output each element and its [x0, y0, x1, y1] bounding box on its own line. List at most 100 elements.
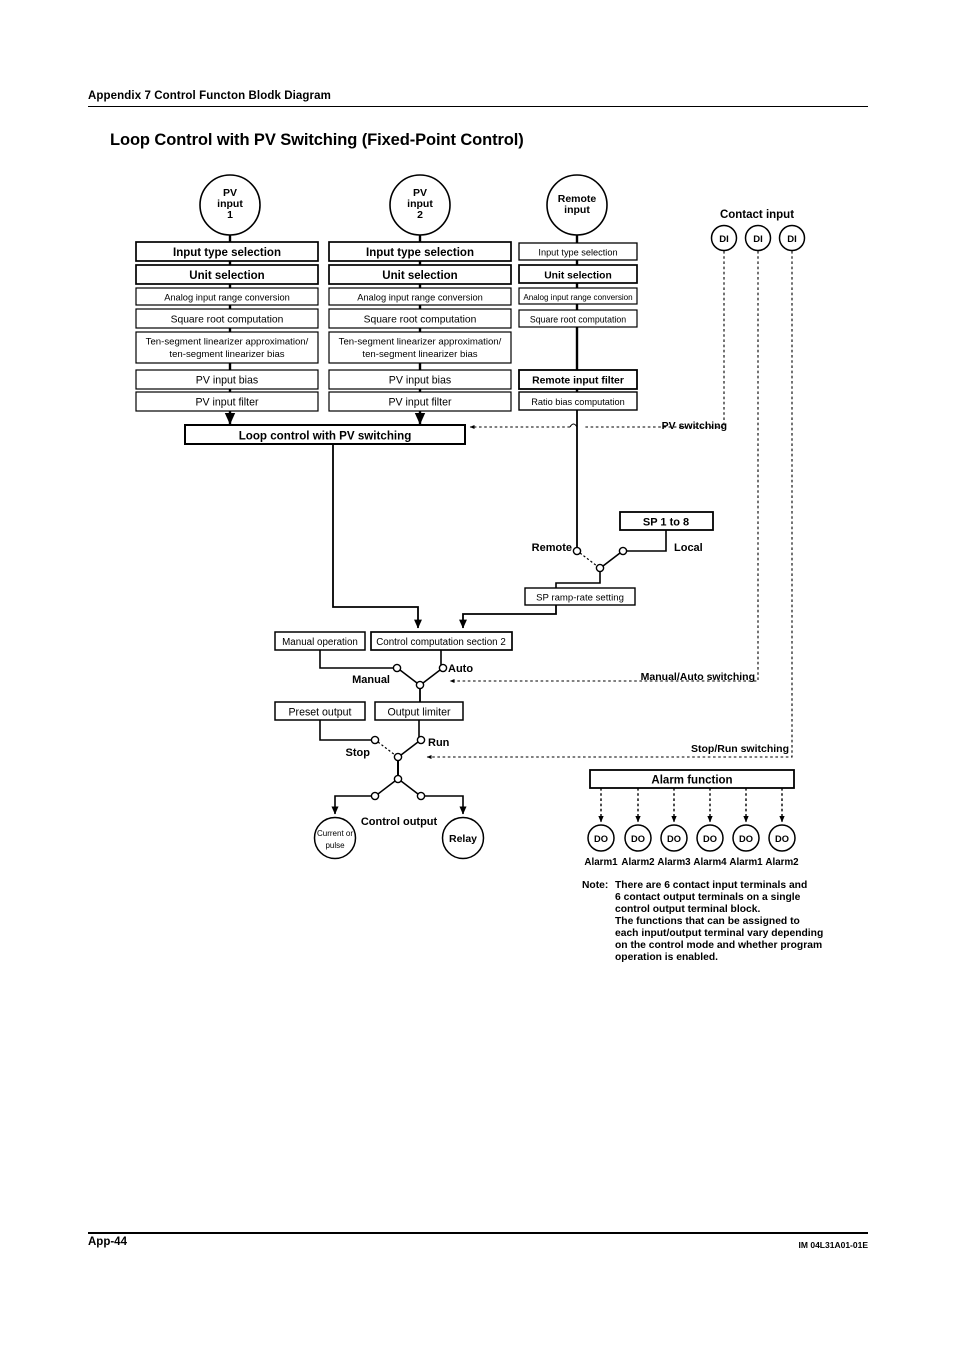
note-line-2: 6 contact output terminals on a single — [615, 892, 801, 903]
block-label: Control computation section 2 — [376, 637, 506, 648]
output-terminal-current-pulse[interactable] — [313, 816, 357, 860]
block-label: Square root computation — [364, 315, 477, 326]
block-label: Ten-segment linearizer approximation/ — [146, 337, 309, 348]
output-to-relay — [424, 795, 467, 815]
note-block: Note: There are 6 contact input terminal… — [582, 880, 823, 963]
block-label: SP ramp-rate setting — [536, 593, 624, 604]
block-label: Input type selection — [366, 247, 474, 259]
stop-run-blade-run — [400, 741, 419, 756]
source-remote-line2: input — [564, 204, 590, 216]
block-label-line2: ten-segment linearizer bias — [169, 349, 284, 360]
manual-auto-switch-auto-contact[interactable] — [438, 663, 448, 673]
source-pv-input-2: PV input 2 — [389, 174, 451, 236]
preset-output-to-stop-contact — [319, 720, 372, 741]
manual-operation-to-manual-contact — [319, 650, 394, 669]
block-label: PV input bias — [389, 375, 451, 387]
block-label: Loop control with PV switching — [239, 430, 412, 443]
footer-page-number: App-44 — [88, 1236, 127, 1248]
sp-1-to-8-to-local-contact — [627, 530, 667, 552]
note-line-7: operation is enabled. — [615, 952, 718, 963]
page: Appendix 7 Control Functon Blodk Diagram… — [0, 0, 954, 1351]
sp-switch-blade-remote — [579, 552, 598, 567]
sp-switch-local-contact[interactable] — [618, 546, 628, 556]
pv-switching-label: PV switching — [662, 420, 727, 432]
stop-run-switch-stop-contact[interactable] — [370, 735, 380, 745]
sp-switch-remote-contact[interactable] — [572, 546, 582, 556]
di-terminal-label: DI — [753, 234, 763, 245]
manual-auto-switch-pivot[interactable] — [415, 680, 425, 690]
output-terminal-label: Relay — [449, 833, 477, 845]
block-label: Input type selection — [173, 247, 281, 259]
alarm-output-5: DO Alarm1 — [729, 788, 763, 868]
block-label: Square root computation — [171, 315, 284, 326]
alarm-label: Alarm2 — [621, 857, 655, 868]
auto-label: Auto — [448, 663, 473, 675]
note-line-6: on the control mode and whether program — [615, 940, 822, 951]
sp-switch-to-ramp-rate — [555, 571, 601, 588]
block-label-line2: ten-segment linearizer bias — [362, 349, 477, 360]
block-label: Unit selection — [189, 270, 264, 282]
remote-label: Remote — [532, 542, 572, 554]
stop-run-switch-run-contact[interactable] — [416, 735, 426, 745]
footer-document-id: IM 04L31A01-01E — [798, 1240, 868, 1250]
do-terminal-label: DO — [775, 834, 789, 844]
block-label: Analog input range conversion — [357, 293, 483, 303]
output-relay: Relay — [441, 816, 485, 860]
block-label: Analog input range conversion — [523, 293, 632, 302]
manual-auto-blade-manual — [399, 669, 418, 684]
alarm-label: Alarm2 — [765, 857, 799, 868]
note-label: Note: — [582, 880, 608, 891]
output-selector-pivot[interactable] — [393, 774, 403, 784]
output-to-current-pulse — [331, 795, 372, 815]
output-selector-relay-contact[interactable] — [416, 791, 426, 801]
footer-rule — [88, 1232, 868, 1234]
output-selector-blade-right — [400, 780, 419, 795]
block-label: SP 1 to 8 — [643, 517, 689, 529]
output-selector-current-contact[interactable] — [370, 791, 380, 801]
block-label: Alarm function — [651, 775, 732, 787]
block-label: Input type selection — [538, 248, 617, 258]
run-label: Run — [428, 737, 450, 749]
block-label: Ten-segment linearizer approximation/ — [339, 337, 502, 348]
block-label: Preset output — [288, 707, 351, 719]
block-label: Square root computation — [530, 315, 626, 325]
do-terminal-label: DO — [594, 834, 608, 844]
source-remote-input: Remote input — [546, 174, 608, 236]
output-terminal-label-line1: Current or — [317, 829, 353, 838]
alarm-output-4: DO Alarm4 — [693, 788, 727, 868]
sp-switch-blade-local — [602, 552, 621, 567]
stop-run-switch-pivot[interactable] — [393, 752, 403, 762]
block-label: Ratio bias computation — [531, 397, 624, 407]
manual-auto-switch-manual-contact[interactable] — [392, 663, 402, 673]
alarm-output-6: DO Alarm2 — [765, 788, 799, 868]
alarm-output-2: DO Alarm2 — [621, 788, 655, 868]
line-hop — [569, 423, 578, 428]
pv2-chain: Input type selection Unit selection Anal… — [328, 241, 512, 412]
block-label: Output limiter — [388, 707, 451, 719]
output-current-or-pulse: Current or pulse — [313, 816, 357, 860]
remote-chain: Input type selection Unit selection Anal… — [518, 242, 638, 411]
alarm-label: Alarm1 — [729, 857, 763, 868]
block-label: Unit selection — [544, 271, 612, 282]
do-terminal-label: DO — [631, 834, 645, 844]
block-label: PV input bias — [196, 375, 258, 387]
block-label: Manual operation — [282, 637, 358, 648]
source-pv2-line3: 2 — [417, 209, 423, 221]
alarm-output-1: DO Alarm1 — [584, 788, 618, 868]
manual-label: Manual — [352, 674, 390, 686]
alarm-label: Alarm3 — [657, 857, 691, 868]
sp-switch-pivot[interactable] — [595, 563, 605, 573]
do-terminal-label: DO — [703, 834, 717, 844]
block-label: Remote input filter — [532, 376, 624, 387]
note-line-5: each input/output terminal vary dependin… — [615, 928, 823, 939]
block-label: Unit selection — [382, 270, 457, 282]
control-function-block-diagram: PV input 1 PV input 2 Remote input Input… — [135, 174, 823, 963]
di-terminal-label: DI — [719, 234, 729, 245]
stop-label: Stop — [346, 747, 371, 759]
manual-auto-switching-label: Manual/Auto switching — [641, 671, 755, 683]
pv1-chain: Input type selection Unit selection Anal… — [135, 241, 319, 412]
loop-control-to-control-computation — [332, 444, 422, 629]
note-line-4: The functions that can be assigned to — [615, 916, 800, 927]
block-label: PV input filter — [195, 397, 258, 409]
contact-input-group: Contact input DI DI DI — [710, 209, 806, 252]
